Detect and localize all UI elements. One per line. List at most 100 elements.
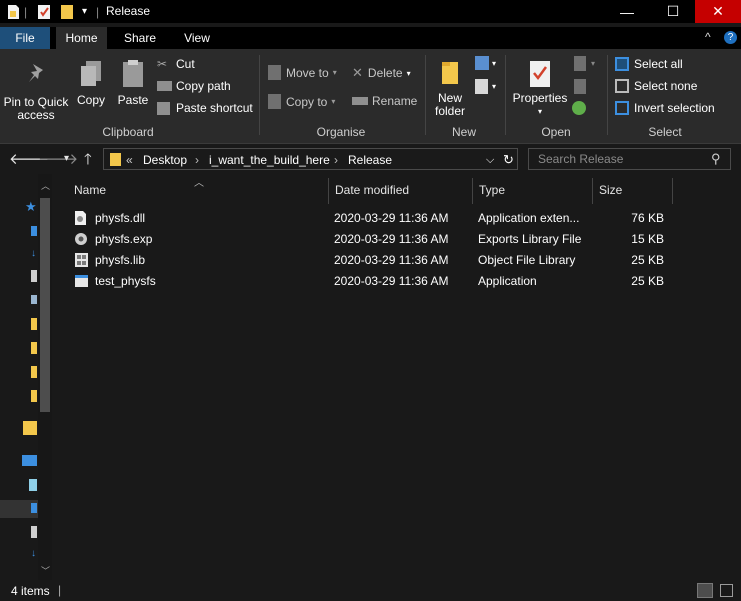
search-icon[interactable]: ⚲ bbox=[711, 151, 721, 167]
copy-to-icon bbox=[268, 94, 281, 109]
close-button[interactable]: ✕ bbox=[695, 0, 741, 23]
nav-folder-icon[interactable] bbox=[31, 342, 37, 354]
table-row[interactable]: physfs.lib 2020-03-29 11:36 AM Object Fi… bbox=[72, 250, 672, 271]
exp-file-icon bbox=[74, 231, 89, 250]
column-header-name[interactable]: Name bbox=[74, 183, 106, 197]
scroll-up-chevron-icon[interactable]: ︿ bbox=[41, 179, 50, 192]
customize-quick-access-icon[interactable]: ▾ bbox=[82, 3, 87, 20]
nav-3d-objects-icon[interactable] bbox=[29, 479, 37, 491]
easy-access-button[interactable]: ▾ bbox=[475, 79, 496, 94]
pin-to-quick-access-button[interactable]: Pin to Quick access bbox=[3, 61, 69, 122]
collapse-ribbon-icon[interactable]: ^ bbox=[705, 30, 711, 44]
nav-this-pc-icon[interactable] bbox=[22, 455, 37, 466]
tab-file[interactable]: File bbox=[0, 27, 50, 49]
quick-access-star-icon[interactable]: ★ bbox=[25, 199, 37, 215]
tab-home[interactable]: Home bbox=[56, 27, 107, 49]
new-folder-quick-icon[interactable] bbox=[60, 3, 74, 20]
breadcrumb-build-folder[interactable]: i_want_the_build_here bbox=[209, 153, 330, 167]
nav-folder-icon[interactable] bbox=[31, 318, 37, 330]
maximize-button[interactable]: ☐ bbox=[650, 0, 696, 23]
column-header-date[interactable]: Date modified bbox=[335, 183, 409, 197]
address-bar[interactable]: « Desktop › i_want_the_build_here › Rele… bbox=[103, 148, 518, 170]
select-all-button[interactable]: Select all bbox=[615, 57, 683, 71]
ribbon: Pin to Quick access Copy Paste ✂ Cut Cop… bbox=[0, 49, 741, 144]
refresh-icon[interactable]: ↻ bbox=[503, 152, 514, 168]
history-button[interactable] bbox=[572, 101, 586, 115]
up-arrow-icon[interactable]: 🡑 bbox=[84, 149, 92, 174]
navigation-pane-scroll-thumb[interactable] bbox=[40, 198, 50, 412]
nav-documents-pc-icon[interactable] bbox=[31, 526, 37, 538]
file-type: Exports Library File bbox=[478, 232, 582, 246]
properties-button[interactable]: Properties ▾ bbox=[510, 59, 570, 118]
file-name: physfs.dll bbox=[95, 211, 146, 225]
file-name: test_physfs bbox=[95, 274, 156, 288]
forward-arrow-icon[interactable]: 🡒 bbox=[38, 149, 78, 168]
copy-path-label: Copy path bbox=[176, 79, 231, 93]
rename-button[interactable]: Rename bbox=[352, 94, 417, 108]
select-none-button[interactable]: Select none bbox=[615, 79, 697, 93]
cut-button[interactable]: ✂ Cut bbox=[157, 57, 195, 71]
invert-selection-button[interactable]: Invert selection bbox=[615, 101, 715, 115]
column-divider[interactable] bbox=[672, 178, 673, 204]
address-overflow-icon[interactable]: « bbox=[126, 153, 133, 167]
delete-button[interactable]: ✕ Delete ▾ bbox=[352, 65, 411, 81]
recent-locations-chevron-icon[interactable]: ▾ bbox=[64, 153, 69, 164]
nav-downloads-icon[interactable]: ↓ bbox=[31, 248, 36, 259]
paste-button[interactable]: Paste bbox=[113, 59, 153, 107]
column-divider[interactable] bbox=[472, 178, 473, 204]
move-to-label: Move to bbox=[286, 65, 329, 80]
title-divider: | bbox=[96, 4, 100, 19]
breadcrumb-release[interactable]: Release bbox=[348, 153, 392, 167]
file-date: 2020-03-29 11:36 AM bbox=[334, 232, 449, 246]
paste-label: Paste bbox=[117, 93, 149, 107]
nav-downloads-pc-icon[interactable]: ↓ bbox=[31, 548, 36, 559]
table-row[interactable]: physfs.exp 2020-03-29 11:36 AM Exports L… bbox=[72, 229, 672, 250]
search-box[interactable]: ⚲ bbox=[528, 148, 731, 170]
delete-label: Delete bbox=[367, 66, 403, 80]
scroll-down-chevron-icon[interactable]: ﹀ bbox=[41, 564, 50, 577]
nav-onedrive-folder-icon[interactable] bbox=[23, 421, 37, 435]
clipboard-group-label: Clipboard bbox=[102, 125, 154, 139]
move-to-button[interactable]: Move to ▾ bbox=[268, 65, 337, 80]
paste-shortcut-button[interactable]: Paste shortcut bbox=[157, 101, 253, 115]
easy-access-icon bbox=[475, 79, 488, 94]
tab-view[interactable]: View bbox=[174, 27, 220, 49]
open-button[interactable]: ▾ bbox=[574, 56, 595, 71]
ribbon-tab-bar: File Home Share View ^ ? bbox=[0, 27, 741, 49]
dll-file-icon bbox=[74, 210, 87, 229]
tab-share[interactable]: Share bbox=[114, 27, 166, 49]
lib-file-icon bbox=[74, 252, 89, 271]
column-header-size[interactable]: Size bbox=[599, 183, 622, 197]
column-divider[interactable] bbox=[592, 178, 593, 204]
nav-folder-icon[interactable] bbox=[31, 366, 37, 378]
large-icons-view-icon[interactable] bbox=[720, 584, 733, 597]
new-folder-button[interactable]: New folder bbox=[430, 59, 470, 118]
new-item-button[interactable]: ▾ bbox=[475, 56, 496, 70]
nav-desktop-pc-icon[interactable] bbox=[31, 503, 37, 513]
copy-to-button[interactable]: Copy to ▾ bbox=[268, 94, 335, 109]
breadcrumb-desktop[interactable]: Desktop bbox=[143, 153, 187, 167]
nav-pictures-icon[interactable] bbox=[31, 295, 37, 304]
search-input[interactable] bbox=[529, 149, 709, 169]
table-row[interactable]: physfs.dll 2020-03-29 11:36 AM Applicati… bbox=[72, 208, 672, 229]
minimize-button[interactable]: — bbox=[604, 0, 650, 23]
address-dropdown-chevron-icon[interactable]: ⌵ bbox=[486, 154, 494, 167]
details-view-icon[interactable] bbox=[697, 583, 713, 598]
column-header-type[interactable]: Type bbox=[479, 183, 505, 197]
file-name: physfs.lib bbox=[95, 253, 146, 267]
quick-access-file-icon[interactable] bbox=[7, 3, 20, 20]
edit-button[interactable] bbox=[574, 79, 586, 94]
select-group-label: Select bbox=[648, 125, 682, 139]
quick-access-divider: | bbox=[24, 4, 28, 19]
paste-icon bbox=[123, 60, 143, 87]
rename-icon bbox=[352, 97, 368, 105]
nav-desktop-icon[interactable] bbox=[31, 226, 37, 236]
table-row[interactable]: test_physfs 2020-03-29 11:36 AM Applicat… bbox=[72, 271, 672, 292]
nav-documents-icon[interactable] bbox=[31, 270, 37, 282]
help-icon[interactable]: ? bbox=[724, 31, 737, 44]
copy-button[interactable]: Copy bbox=[72, 59, 110, 107]
column-divider[interactable] bbox=[328, 178, 329, 204]
copy-path-button[interactable]: Copy path bbox=[157, 79, 231, 93]
properties-quick-icon[interactable] bbox=[37, 3, 52, 20]
nav-folder-icon[interactable] bbox=[31, 390, 37, 402]
